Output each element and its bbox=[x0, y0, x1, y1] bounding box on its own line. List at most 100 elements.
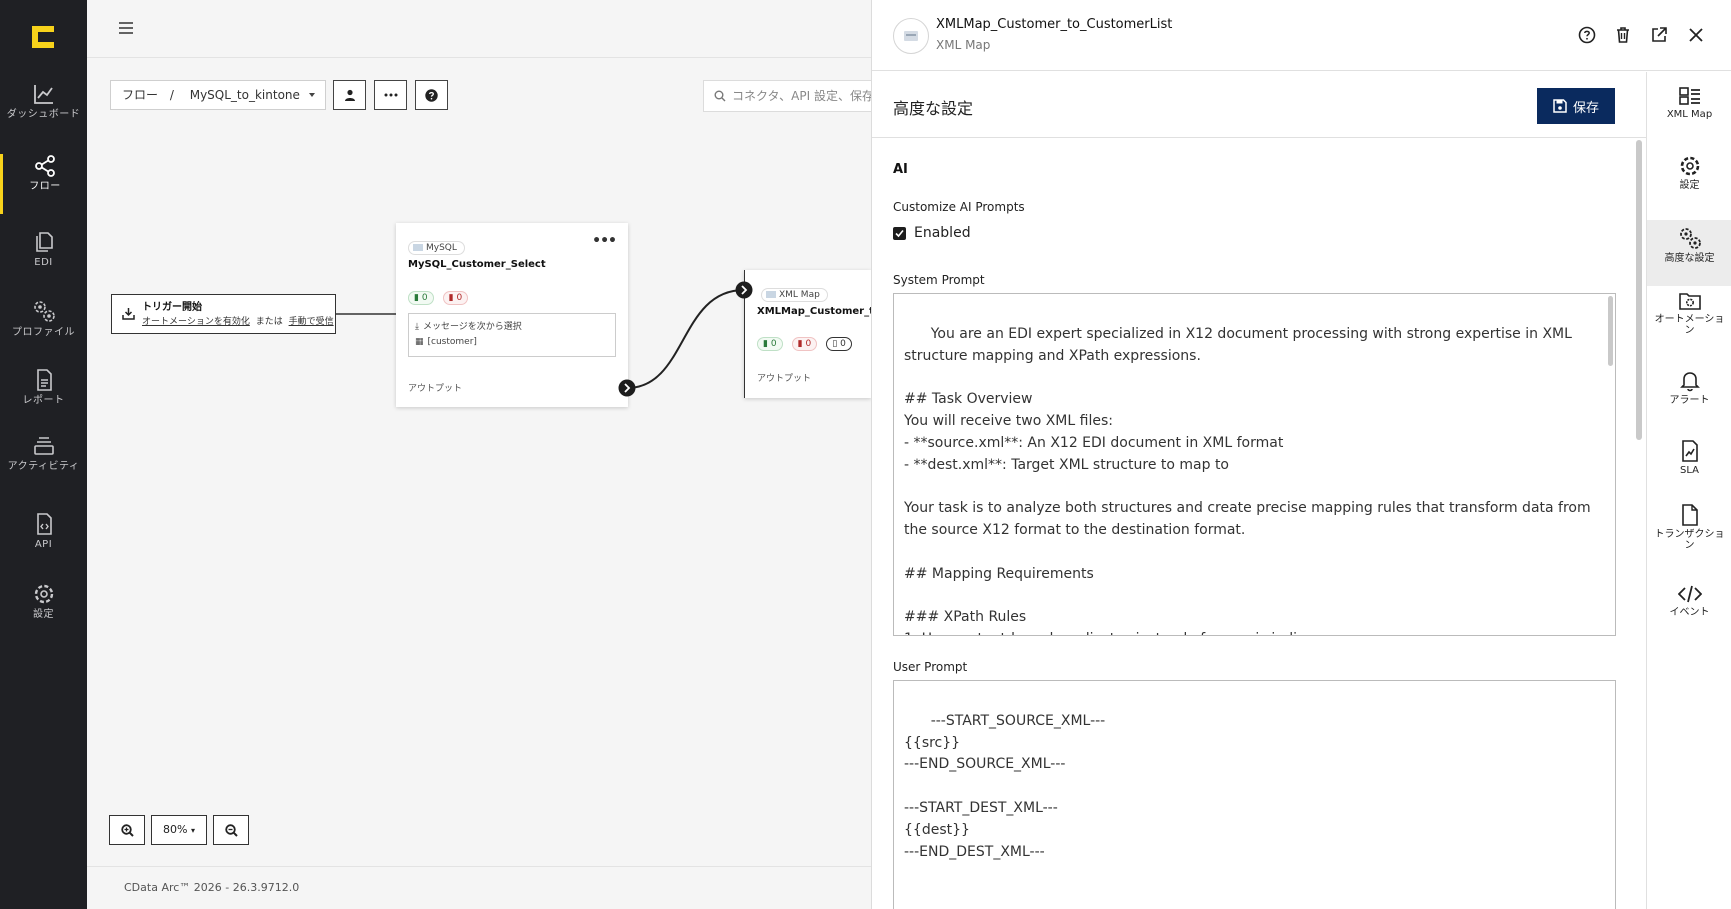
success-count-badge[interactable]: ▮ 0 bbox=[408, 291, 434, 305]
api-file-icon bbox=[36, 513, 52, 535]
advanced-settings-content: 高度な設定 保存 AI Customize AI Prompts Enabled… bbox=[872, 72, 1646, 909]
error-count-badge[interactable]: ▮ 0 bbox=[442, 291, 469, 305]
bell-icon bbox=[1679, 372, 1700, 392]
checkmark-icon bbox=[895, 229, 904, 237]
tab-label: イベント bbox=[1669, 607, 1710, 618]
report-icon bbox=[36, 369, 52, 391]
tab-settings[interactable]: 設定 bbox=[1647, 155, 1731, 221]
system-prompt-textarea[interactable]: You are an EDI expert specialized in X12… bbox=[893, 293, 1616, 636]
nav-item-settings[interactable]: 設定 bbox=[0, 582, 87, 642]
or-text: または bbox=[255, 317, 283, 327]
message-source-label: メッセージを次から選択 bbox=[422, 322, 522, 332]
nav-item-edi[interactable]: EDI bbox=[0, 230, 87, 290]
tab-label: トランザクション bbox=[1654, 529, 1725, 551]
zoom-level-dropdown[interactable]: 80% ▾ bbox=[151, 815, 207, 845]
zoom-out-icon bbox=[224, 823, 238, 837]
gears-icon bbox=[1679, 228, 1701, 249]
enable-automation-link[interactable]: オートメーションを有効化 bbox=[142, 317, 250, 327]
cdata-logo-icon[interactable] bbox=[30, 24, 56, 50]
nav-item-dashboard[interactable]: ダッシュボード bbox=[0, 82, 87, 142]
message-table-value: [customer] bbox=[427, 337, 477, 347]
gear-icon bbox=[1680, 156, 1699, 176]
save-icon bbox=[1553, 99, 1567, 113]
enabled-checkbox[interactable] bbox=[893, 226, 906, 240]
connector-type-tag: XML Map bbox=[761, 288, 828, 302]
nav-label: アクティビティ bbox=[7, 461, 80, 472]
message-table-row: ▦ [customer] bbox=[415, 334, 609, 351]
tab-sla[interactable]: SLA bbox=[1647, 440, 1731, 506]
zoom-in-icon bbox=[120, 823, 134, 837]
panel-header: XMLMap_Customer_to_CustomerList XML Map bbox=[872, 0, 1731, 71]
close-icon[interactable] bbox=[1687, 26, 1705, 44]
content-scrollbar[interactable] bbox=[1636, 140, 1642, 440]
tab-label: 高度な設定 bbox=[1664, 253, 1715, 264]
left-nav: ダッシュボード フロー EDI プロファイル レポート アクティビティ API … bbox=[0, 0, 87, 909]
zoom-out-button[interactable] bbox=[213, 815, 249, 845]
gears-icon bbox=[33, 301, 55, 322]
nav-label: レポート bbox=[22, 395, 65, 406]
manual-receive-link[interactable]: 手動で受信 bbox=[289, 317, 334, 327]
mysql-connector-node[interactable]: MySQL ••• MySQL_Customer_Select ▮ 0 ▮ 0 … bbox=[396, 223, 636, 407]
grid-list-icon bbox=[1678, 87, 1700, 105]
panel-title: XMLMap_Customer_to_CustomerList bbox=[936, 17, 1173, 32]
trigger-start-node[interactable]: トリガー開始 オートメーションを有効化 または 手動で受信 bbox=[111, 294, 336, 334]
output-label: アウトプット bbox=[408, 384, 463, 394]
nav-label: フロー bbox=[29, 181, 61, 192]
file-icon bbox=[1681, 504, 1698, 526]
tab-alerts[interactable]: アラート bbox=[1647, 370, 1731, 436]
nav-item-profile[interactable]: プロファイル bbox=[0, 298, 87, 358]
node-title: XMLMap_Customer_to_C bbox=[757, 306, 871, 317]
xmlmap-connector-node[interactable]: XML Map XMLMap_Customer_to_C ▮ 0 ▮ 0 ▯ 0… bbox=[744, 270, 871, 398]
tab-transactions[interactable]: トランザクション bbox=[1647, 504, 1731, 570]
tab-advanced-settings[interactable]: 高度な設定 bbox=[1647, 220, 1731, 286]
input-port-icon[interactable] bbox=[735, 281, 753, 299]
textarea-scrollbar[interactable] bbox=[1608, 296, 1613, 366]
success-count-badge[interactable]: ▮ 0 bbox=[757, 337, 783, 351]
gear-icon bbox=[34, 584, 53, 604]
nav-item-api[interactable]: API bbox=[0, 512, 87, 572]
nav-item-report[interactable]: レポート bbox=[0, 368, 87, 428]
customize-prompts-label: Customize AI Prompts bbox=[893, 200, 1025, 214]
layers-icon bbox=[33, 437, 54, 455]
user-prompt-label: User Prompt bbox=[893, 660, 968, 674]
chevron-down-icon: ▾ bbox=[190, 826, 195, 835]
version-text: CData Arc™ 2026 - 26.3.9712.0 bbox=[124, 881, 300, 894]
user-prompt-textarea[interactable]: ---START_SOURCE_XML--- {{src}} ---END_SO… bbox=[893, 680, 1616, 909]
xml-map-icon bbox=[904, 31, 918, 41]
nav-label: プロファイル bbox=[12, 327, 75, 338]
tab-label: オートメーション bbox=[1654, 314, 1725, 336]
content-header: 高度な設定 保存 bbox=[872, 72, 1646, 138]
nav-label: 設定 bbox=[33, 609, 54, 620]
pending-count-badge[interactable]: ▯ 0 bbox=[826, 337, 852, 351]
output-label: アウトプット bbox=[757, 374, 812, 384]
external-link-icon[interactable] bbox=[1650, 26, 1668, 44]
enabled-checkbox-row[interactable]: Enabled bbox=[893, 225, 971, 241]
tab-automation[interactable]: オートメーション bbox=[1647, 291, 1731, 357]
node-title: MySQL_Customer_Select bbox=[408, 259, 546, 270]
trash-icon[interactable] bbox=[1614, 26, 1632, 44]
enabled-label: Enabled bbox=[914, 225, 971, 241]
system-prompt-label: System Prompt bbox=[893, 273, 985, 287]
tab-events[interactable]: イベント bbox=[1647, 584, 1731, 650]
folder-gear-icon bbox=[1678, 293, 1701, 310]
nav-item-flow[interactable]: フロー bbox=[0, 154, 87, 214]
download-icon: ⤓ bbox=[415, 322, 419, 332]
tab-xml-map[interactable]: XML Map bbox=[1647, 86, 1731, 152]
tab-label: 設定 bbox=[1679, 180, 1700, 191]
node-more-icon[interactable]: ••• bbox=[592, 233, 617, 249]
error-count-badge[interactable]: ▮ 0 bbox=[791, 337, 818, 351]
output-port-icon[interactable] bbox=[618, 379, 636, 397]
mysql-icon bbox=[413, 244, 423, 251]
documents-icon bbox=[35, 232, 53, 252]
help-circle-icon[interactable] bbox=[1578, 26, 1596, 44]
panel-subtitle: XML Map bbox=[936, 38, 991, 52]
tag-label: MySQL bbox=[426, 243, 457, 253]
zoom-in-button[interactable] bbox=[109, 815, 145, 845]
nav-item-activity[interactable]: アクティビティ bbox=[0, 434, 87, 494]
message-source-box[interactable]: ⤓ メッセージを次から選択 ▦ [customer] bbox=[408, 313, 616, 357]
connector-avatar bbox=[893, 18, 929, 54]
save-button[interactable]: 保存 bbox=[1537, 88, 1615, 124]
node-counters: ▮ 0 ▮ 0 ▯ 0 bbox=[757, 331, 856, 351]
trigger-links: オートメーションを有効化 または 手動で受信 bbox=[142, 315, 335, 329]
save-label: 保存 bbox=[1572, 100, 1599, 116]
